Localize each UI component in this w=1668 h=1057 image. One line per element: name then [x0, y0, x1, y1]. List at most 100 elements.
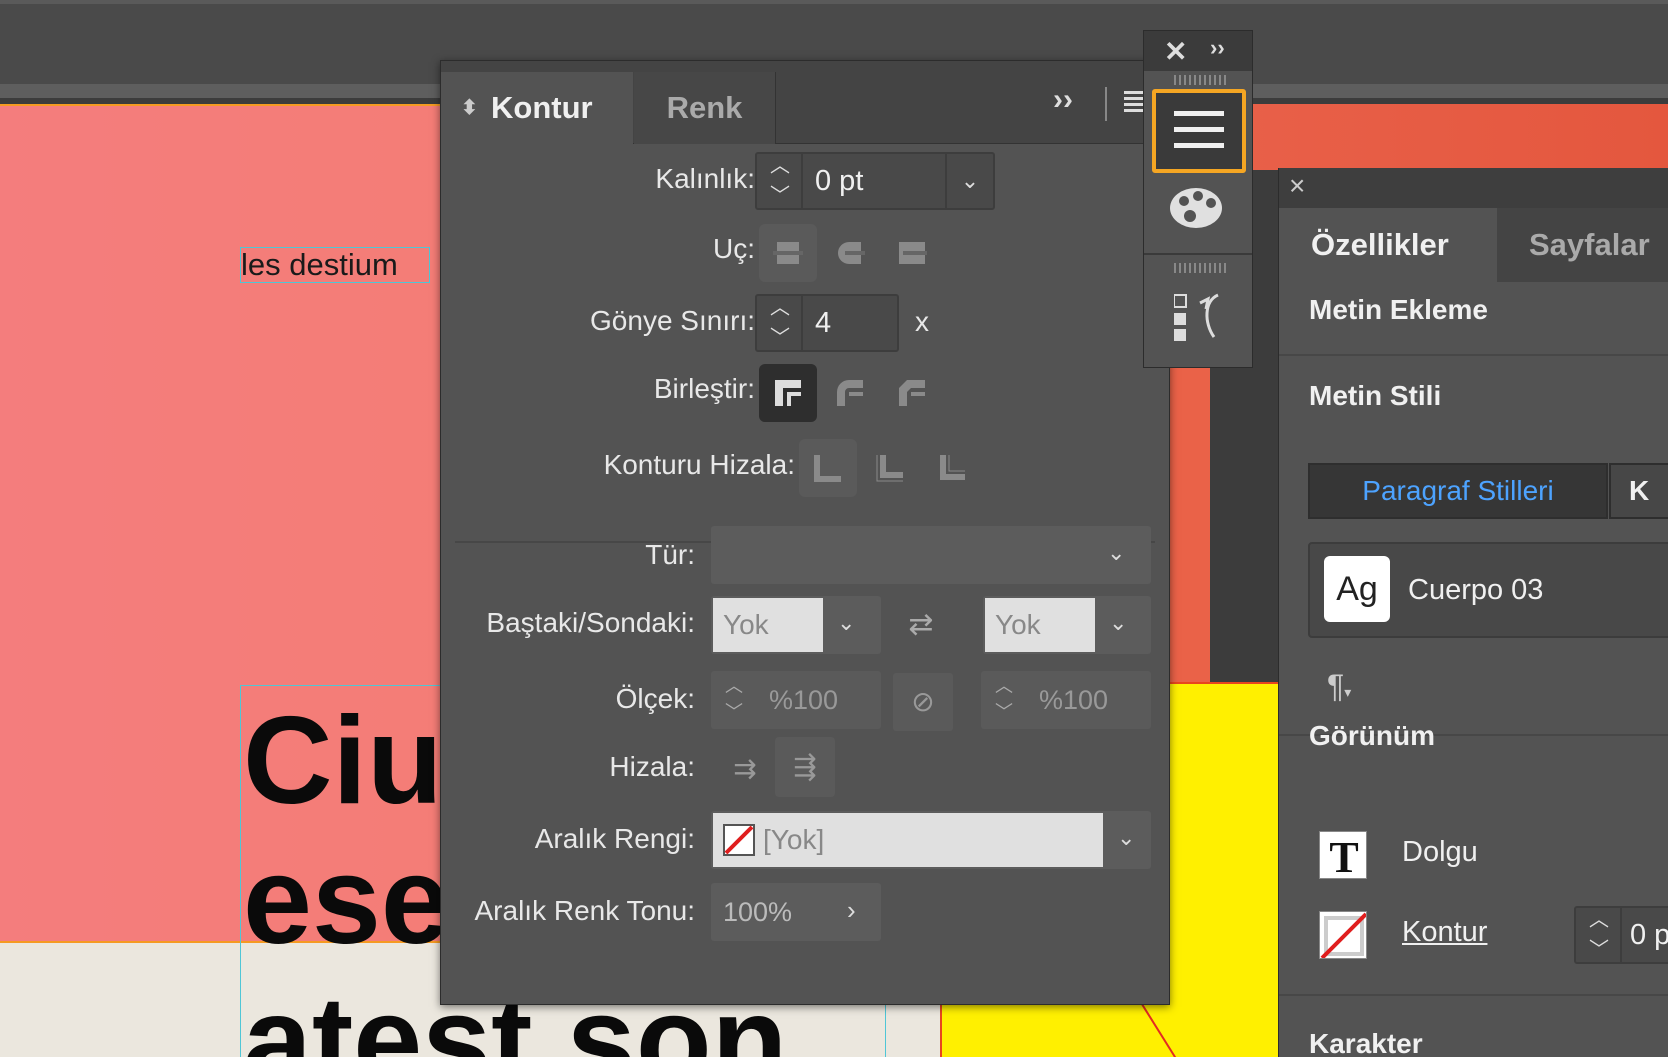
align-stroke-center-button[interactable]	[799, 439, 857, 497]
tab-kontur-label: Kontur	[491, 90, 593, 125]
miter-stepper[interactable]: ︿ ﹀	[757, 296, 803, 350]
fill-text-icon[interactable]: T	[1319, 831, 1367, 882]
stroke-weight-value[interactable]: 0 p	[1630, 908, 1668, 962]
gap-color-value: [Yok]	[713, 813, 1103, 867]
miter-join-button[interactable]	[759, 364, 817, 422]
start-scale-field[interactable]: ︿ ﹀ %100	[711, 671, 881, 729]
pages-icon[interactable]	[1173, 293, 1224, 348]
dock-header: ✕ ››	[1144, 31, 1252, 71]
align-stroke-outside-button[interactable]	[923, 439, 981, 497]
tab-renk[interactable]: Renk	[634, 72, 776, 144]
style-name: Cuerpo 03	[1408, 573, 1544, 606]
end-scale-field[interactable]: ︿ ﹀ %100	[981, 671, 1151, 729]
arrow-tip-inside-button[interactable]: ⇉	[717, 741, 773, 797]
chevron-down-icon[interactable]: ﹀	[995, 703, 1013, 721]
stroke-panel-tabbar: ⬍ Kontur Renk ››	[441, 61, 1169, 144]
stroke-none-icon[interactable]	[1319, 911, 1367, 959]
start-arrowhead-dropdown[interactable]: Yok ⌄	[711, 596, 881, 654]
end-scale-value: %100	[1039, 684, 1109, 715]
miter-limit-value[interactable]: 4	[815, 296, 831, 350]
chevron-down-icon[interactable]: ⌄	[945, 154, 993, 208]
paragraph-mark-icon[interactable]: ¶▾	[1327, 668, 1351, 705]
chevron-up-icon[interactable]: ︿	[995, 677, 1013, 695]
close-icon[interactable]: ✕	[1164, 35, 1187, 68]
butt-cap-icon	[773, 242, 803, 264]
round-cap-icon	[838, 242, 865, 264]
gap-color-dropdown[interactable]: [Yok] ⌄	[711, 811, 1151, 869]
weight-stepper[interactable]: ︿ ﹀	[757, 154, 803, 208]
end-arrowhead-value: Yok	[985, 598, 1095, 652]
style-selector[interactable]: Ag Cuerpo 03	[1308, 542, 1668, 638]
properties-panel: × Özellikler Sayfalar Metin Ekleme Metin…	[1278, 168, 1668, 1057]
gap-color-label: Aralık Rengi:	[534, 823, 695, 854]
miter-join-icon	[775, 380, 801, 406]
weight-value[interactable]: 0 pt	[815, 154, 863, 208]
butt-cap-button[interactable]	[759, 224, 817, 282]
svg-text:T: T	[1329, 833, 1358, 880]
section-divider	[1279, 994, 1668, 996]
style-preview-swatch: Ag	[1324, 556, 1390, 622]
align-stroke-label: Konturu Hizala:	[603, 449, 795, 480]
text-style-heading: Metin Stili	[1309, 380, 1442, 411]
color-palette-icon[interactable]	[1166, 183, 1226, 238]
arrow-tip-outside-button[interactable]: ⇶	[775, 737, 835, 797]
bevel-join-icon	[899, 380, 925, 406]
stroke-label[interactable]: Kontur	[1402, 916, 1487, 949]
stroke-weight-stepper[interactable]: ︿ ﹀	[1576, 908, 1622, 962]
align-stroke-inside-button[interactable]	[861, 439, 919, 497]
tabbar-divider	[1105, 87, 1107, 121]
stroke-panel-button[interactable]	[1152, 89, 1246, 173]
miter-suffix: x	[915, 306, 929, 337]
fill-label: Dolgu	[1402, 836, 1478, 868]
collapsed-panel-dock: ✕ ››	[1143, 30, 1253, 368]
tab-kontur[interactable]: ⬍ Kontur	[441, 72, 633, 144]
start-end-label: Baştaki/Sondaki:	[486, 607, 695, 638]
properties-header: ×	[1279, 168, 1668, 208]
start-scale-value: %100	[769, 684, 839, 715]
none-swatch-icon	[723, 824, 755, 856]
gap-tint-label: Aralık Renk Tonu:	[474, 895, 696, 926]
gap-tint-field[interactable]: 100% ›	[711, 883, 881, 941]
round-join-icon	[837, 380, 863, 406]
stroke-weight-field[interactable]: ︿ ﹀ 0 p	[1574, 906, 1668, 964]
small-text: les destium	[241, 247, 398, 282]
chevron-down-icon[interactable]: ﹀	[725, 703, 743, 721]
headline-line-2: ese	[243, 832, 450, 970]
type-dropdown[interactable]: ⌄	[711, 526, 1151, 584]
bevel-join-button[interactable]	[883, 364, 941, 422]
align-inside-icon	[876, 455, 903, 482]
text-insert-heading[interactable]: Metin Ekleme	[1309, 294, 1488, 326]
chevron-up-icon[interactable]: ︿	[725, 677, 743, 695]
character-styles-button[interactable]: K	[1609, 463, 1668, 519]
round-join-button[interactable]	[821, 364, 879, 422]
chevron-down-icon: ⌄	[1117, 825, 1136, 850]
small-text-frame[interactable]: les destium	[240, 247, 430, 283]
end-arrowhead-dropdown[interactable]: Yok ⌄	[983, 596, 1151, 654]
close-icon[interactable]: ×	[1289, 170, 1305, 202]
scale-label: Ölçek:	[615, 683, 695, 714]
cap-label: Uç:	[713, 233, 755, 264]
miter-limit-field[interactable]: ︿ ﹀ 4	[755, 294, 899, 352]
chevron-right-icon[interactable]: ›	[847, 895, 856, 926]
round-cap-button[interactable]	[821, 224, 879, 282]
properties-tabbar: Özellikler Sayfalar	[1279, 208, 1668, 282]
appearance-heading: Görünüm	[1309, 720, 1435, 751]
swap-arrows-icon[interactable]: ⇄	[899, 601, 943, 649]
type-label: Tür:	[645, 539, 695, 570]
expand-dock-icon[interactable]: ››	[1210, 35, 1225, 61]
chevron-down-icon: ⌄	[837, 610, 856, 635]
dock-grip[interactable]	[1174, 75, 1228, 85]
paragraph-styles-button[interactable]: Paragraf Stilleri	[1308, 463, 1608, 519]
gap-tint-value[interactable]: 100%	[723, 883, 792, 941]
tab-ozellikler[interactable]: Özellikler	[1279, 208, 1497, 282]
panel-expand-icon[interactable]: ››	[1053, 83, 1073, 117]
arrow-align-label: Hizala:	[609, 751, 695, 782]
weight-field[interactable]: ︿ ﹀ 0 pt ⌄	[755, 152, 995, 210]
collapse-arrows-icon[interactable]: ⬍	[461, 72, 478, 144]
projecting-cap-button[interactable]	[883, 224, 941, 282]
weight-label: Kalınlık:	[655, 163, 755, 194]
link-scale-icon[interactable]: ⊘	[893, 673, 953, 731]
align-outside-icon	[940, 455, 965, 480]
tab-sayfalar[interactable]: Sayfalar	[1499, 208, 1668, 282]
dock-grip[interactable]	[1174, 263, 1228, 273]
